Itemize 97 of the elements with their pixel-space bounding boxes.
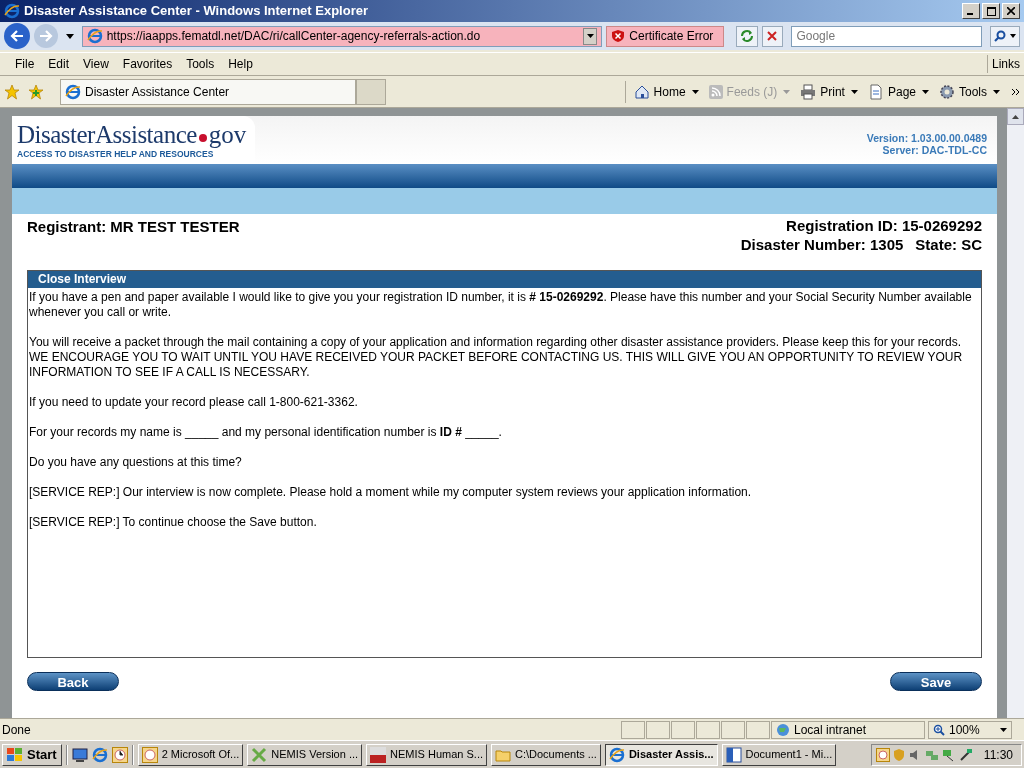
security-zone: Local intranet: [771, 720, 925, 739]
instruction-text: If you have a pen and paper available I would like to give you your registration ID number, it is # 15-0269292. Please have this number and your Social Security Number available whenever you call or write.: [29, 290, 973, 320]
dropdown-icon: [783, 89, 791, 94]
document-icon: [725, 746, 742, 763]
forward-arrow-icon: [38, 30, 53, 42]
dropdown-icon: [65, 33, 74, 39]
version-text: Version: 1.03.00.00.0489: [866, 132, 987, 144]
instruction-text: Do you have any questions at this time?: [29, 455, 243, 470]
status-text: Done: [1, 721, 32, 739]
page-icon: [867, 83, 884, 100]
feed-icon: [708, 84, 723, 99]
taskbar-button[interactable]: 2 Microsoft Of...: [137, 743, 244, 766]
instruction-text: [SERVICE REP:] To continue choose the Save button.: [29, 515, 318, 530]
clock-icon: [141, 746, 158, 763]
tools-button[interactable]: Tools: [935, 80, 991, 103]
folder-icon: [495, 747, 511, 762]
server-text: Server: DAC-TDL-CC: [882, 144, 987, 156]
menu-item[interactable]: Favorites: [115, 55, 180, 73]
stop-button[interactable]: [761, 25, 784, 47]
page-button[interactable]: Page: [863, 80, 920, 103]
close-icon: [1007, 7, 1015, 15]
shield-icon: [892, 747, 905, 762]
clock-icon: [875, 747, 890, 762]
certificate-error-button[interactable]: Certificate Error: [606, 25, 724, 47]
back-button[interactable]: [4, 23, 30, 49]
panel-title: Close Interview: [28, 271, 981, 288]
minimize-button[interactable]: [962, 3, 980, 19]
caret-icon: [586, 34, 594, 38]
menu-item[interactable]: Help: [221, 55, 260, 73]
print-button[interactable]: Print: [796, 80, 849, 103]
dropdown-icon: [993, 89, 1000, 94]
window-icon: [251, 746, 268, 763]
ie-page-icon: [86, 28, 103, 44]
home-icon: [633, 83, 650, 100]
ie-logo-icon: [4, 3, 20, 19]
caret-icon: [1010, 34, 1017, 38]
instruction-text: [SERVICE REP:] Our interview is now complete. Please hold a moment while my computer system reviews your application information.: [29, 485, 753, 500]
maximize-icon: [986, 6, 996, 16]
maximize-button[interactable]: [982, 3, 1000, 19]
caret-icon: [1012, 114, 1019, 119]
scroll-up-button[interactable]: [1007, 108, 1024, 125]
ie-page-icon: [65, 83, 81, 100]
usb-icon: [958, 747, 973, 762]
registrant-name: Registrant: MR TEST TESTER: [27, 217, 240, 237]
taskbar-button[interactable]: Document1 - Mi...: [721, 743, 837, 766]
instruction-text: You will receive a packet through the mail containing a copy of your application and information regarding other disaster assistance providers. Please keep this for your records. WE ENCOURAGE YOU TO WAIT UNTIL YOU HAVE RECEIVED YOUR PACKET BEFORE CONTACTING US. THIS WILL GIVE YOU AN OPPORTUNITY TO REVIEW YOUR INFORMATION TO SEE IF A CALL IS NECESSARY.: [29, 335, 964, 380]
taskbar-button[interactable]: NEMIS Version ...: [247, 743, 363, 766]
dropdown-icon: [691, 89, 699, 94]
taskbar-button[interactable]: C:\Documents ...: [491, 743, 601, 766]
shield-icon: [611, 29, 626, 43]
search-icon: [994, 30, 1007, 42]
menu-item[interactable]: Edit: [41, 55, 77, 73]
ie-logo-icon: [608, 746, 625, 763]
clock-icon: [111, 746, 128, 763]
chevron-icon: [1012, 87, 1020, 96]
windows-logo-icon: [7, 747, 23, 762]
back-arrow-icon: [9, 30, 24, 42]
network-icon: [941, 747, 956, 762]
taskbar-button[interactable]: Disaster Assis...: [604, 743, 718, 766]
search-button[interactable]: [990, 25, 1020, 47]
menu-item[interactable]: View: [76, 55, 116, 73]
clock-text: 11:30: [983, 746, 1013, 764]
instruction-text: For your records my name is _____ and my personal identification number is ID # _____.: [29, 425, 503, 440]
menu-item[interactable]: File: [8, 55, 42, 73]
refresh-button[interactable]: [735, 25, 758, 47]
browser-tab[interactable]: Disaster Assistance Center: [60, 78, 356, 105]
close-icon: [767, 31, 778, 41]
address-field[interactable]: https://iaapps.fematdl.net/DAC/ri/callCenter-agency-referrals-action.do: [81, 25, 603, 47]
state-text: State: SC: [915, 235, 982, 254]
add-favorite-icon: [28, 83, 44, 100]
printer-icon: [800, 83, 817, 100]
menu-item[interactable]: Tools: [179, 55, 222, 73]
globe-icon: [776, 722, 790, 737]
taskbar-button[interactable]: NEMIS Human S...: [366, 743, 487, 766]
page-button[interactable]: Save: [890, 672, 982, 691]
instruction-text: If you need to update your record please call 1-800-621-3362.: [29, 395, 359, 410]
dropdown-icon: [850, 89, 858, 94]
star-icon: [4, 83, 20, 100]
window-icon: [370, 746, 387, 763]
links-button[interactable]: Links: [987, 55, 1024, 73]
page-button[interactable]: Back: [27, 672, 119, 691]
close-button[interactable]: [1002, 3, 1020, 19]
desktop-icon: [71, 746, 88, 763]
start-button[interactable]: Start: [2, 743, 62, 766]
home-button[interactable]: Home: [629, 80, 690, 103]
disaster-number: Disaster Number: 1305: [740, 235, 904, 254]
window-title: Disaster Assistance Center - Windows Internet Explorer: [24, 2, 369, 21]
zoom-icon: [933, 723, 945, 736]
ie-logo-icon: [91, 746, 108, 763]
zoom-button[interactable]: 100%: [928, 720, 1012, 739]
dropdown-button[interactable]: [583, 27, 598, 45]
search-field[interactable]: Google: [791, 25, 983, 47]
refresh-icon: [739, 29, 754, 43]
gear-icon: [939, 83, 955, 100]
caret-icon: [1000, 727, 1007, 732]
dropdown-icon: [922, 89, 929, 94]
registration-id: Registration ID: 15-0269292: [786, 216, 982, 235]
